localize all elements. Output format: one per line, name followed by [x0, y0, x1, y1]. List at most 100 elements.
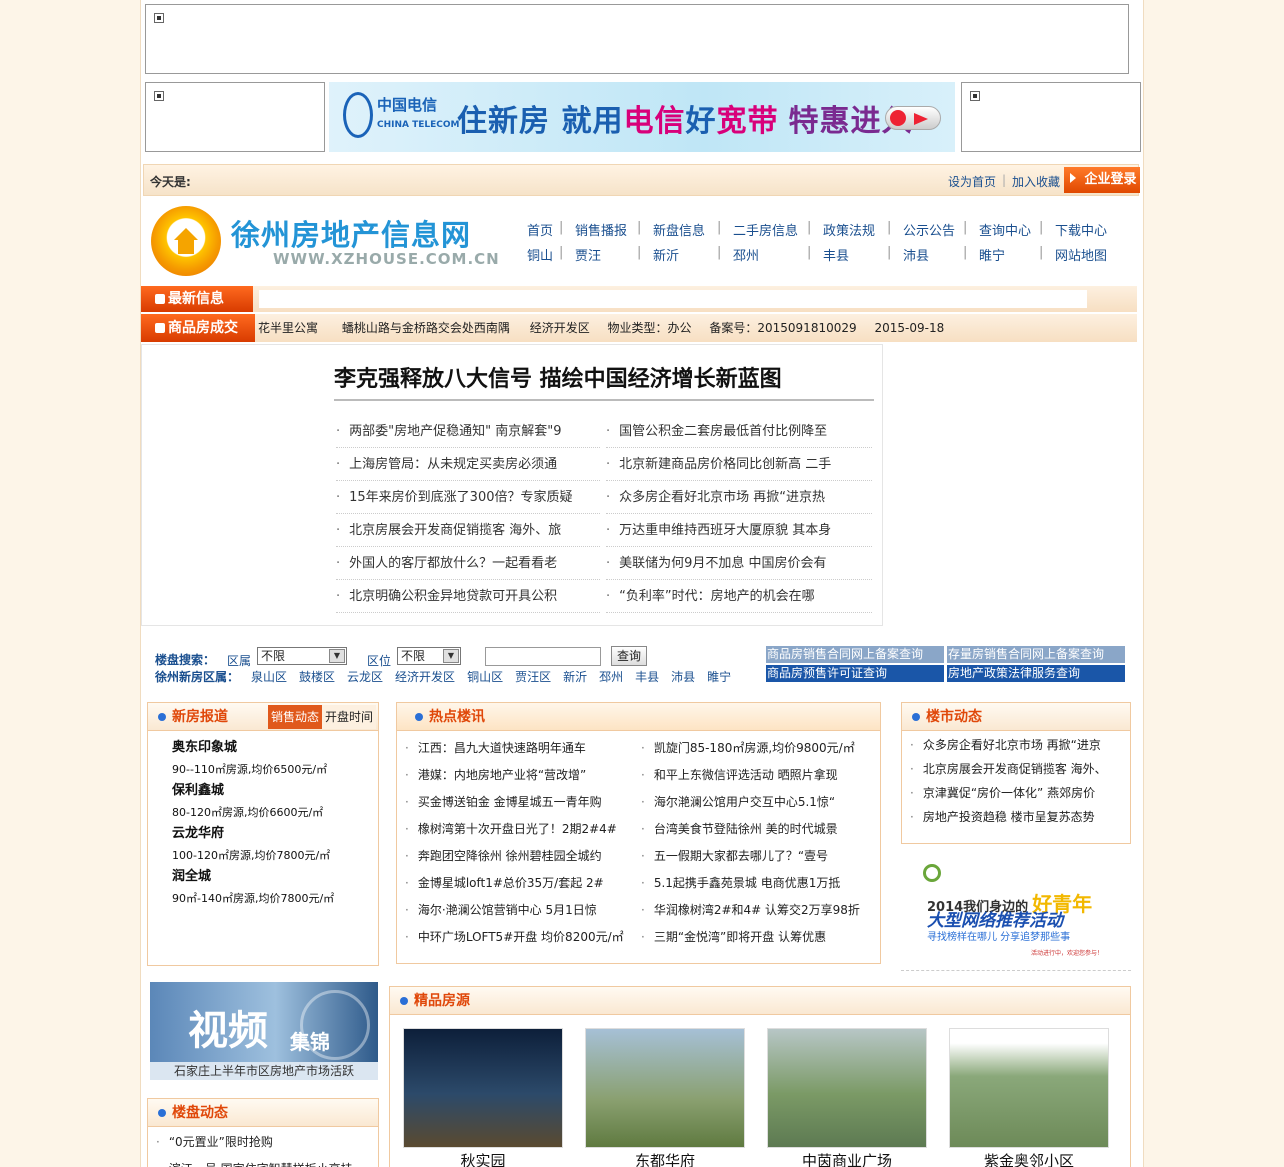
- headline-item[interactable]: 上海房管局：从未规定买卖房必须通: [336, 448, 600, 481]
- headline-item[interactable]: 两部委"房地产促稳通知" 南京解套"9: [336, 415, 600, 448]
- headline-item[interactable]: 国管公积金二套房最低首付比例降至: [606, 415, 872, 448]
- region-link[interactable]: 丰县: [635, 670, 659, 684]
- nav-link-row1-6[interactable]: 查询中心: [979, 220, 1031, 239]
- listing-name[interactable]: 中茵商业广场: [767, 1150, 927, 1167]
- nav-link-row1-3[interactable]: 二手房信息: [733, 220, 798, 239]
- hot-news-item[interactable]: 五一假期大家都去哪儿了？“壹号: [641, 843, 877, 870]
- market-news-item[interactable]: 京津冀促“房价一体化” 燕郊房价: [910, 781, 1124, 805]
- headline-item[interactable]: 众多房企看好北京市场 再掀“进京热: [606, 481, 872, 514]
- latest-info-bar: 最新信息: [141, 286, 1137, 312]
- listing-name[interactable]: 东都华府: [585, 1150, 745, 1167]
- nav-link-row2-6[interactable]: 睢宁: [979, 245, 1005, 264]
- promo-banner[interactable]: 2014我们身边的 好青年 大型网络推荐活动 寻找榜样在哪儿 分享追梦那些事 活动…: [919, 856, 1109, 966]
- nav-link-row1-5[interactable]: 公示公告: [903, 220, 955, 239]
- deal-info[interactable]: 花半里公寓 蟠桃山路与金桥路交会处西南隅 经济开发区 物业类型：办公 备案号：2…: [258, 314, 944, 342]
- headline-item[interactable]: 美联储为何9月不加息 中国房价会有: [606, 547, 872, 580]
- listing-name[interactable]: 紫金奥邻小区: [949, 1150, 1109, 1167]
- headline-item[interactable]: 北京房展会开发商促销揽客 海外、旅: [336, 514, 600, 547]
- hot-news-item[interactable]: 和平上东微信评选活动 晒照片拿现: [641, 762, 877, 789]
- project-news-item[interactable]: 滨江一号 国家住宅智慧样板小高挂: [156, 1156, 372, 1167]
- project-name[interactable]: 云龙华府: [172, 823, 334, 845]
- market-news-item[interactable]: 房地产投资趋稳 楼市呈复苏态势: [910, 805, 1124, 829]
- telecom-logo-icon: [343, 92, 373, 138]
- query-link[interactable]: 房地产政策法律服务查询: [947, 665, 1125, 682]
- headline-item[interactable]: 外国人的客厅都放什么？一起看看老: [336, 547, 600, 580]
- hot-news-item[interactable]: 5.1起携手鑫苑景城 电商优惠1万抵: [641, 870, 877, 897]
- nav-link-row2-7[interactable]: 网站地图: [1055, 245, 1107, 264]
- region-link[interactable]: 铜山区: [467, 670, 503, 684]
- hot-news-item[interactable]: 江西：昌九大道快速路明年通车: [405, 735, 633, 762]
- hot-news-item[interactable]: 三期“金悦湾”即将开盘 认筹优惠: [641, 924, 877, 951]
- headline-item[interactable]: 万达重申维持西班牙大厦原貌 其本身: [606, 514, 872, 547]
- nav-separator: |: [717, 245, 722, 260]
- nav-link-row2-0[interactable]: 铜山: [527, 245, 553, 264]
- region-link[interactable]: 沛县: [671, 670, 695, 684]
- right-ad-slot[interactable]: [961, 82, 1141, 152]
- nav-link-row1-0[interactable]: 首页: [527, 220, 553, 239]
- hot-news-item[interactable]: 台湾美食节登陆徐州 美的时代城景: [641, 816, 877, 843]
- hot-news-item[interactable]: 奔跑团空降徐州 徐州碧桂园全城约: [405, 843, 633, 870]
- video-banner[interactable]: 视频 集锦: [150, 982, 378, 1062]
- area-select[interactable]: 不限 ▼: [397, 647, 461, 665]
- listing-photo-2[interactable]: [767, 1028, 927, 1148]
- keyword-input[interactable]: [485, 647, 601, 666]
- listing-name[interactable]: 秋实园: [403, 1150, 563, 1167]
- telecom-banner[interactable]: 中国电信 CHINA TELECOM 住新房 就用电信好宽带 特惠进入: [329, 82, 955, 152]
- project-news-item[interactable]: “0元置业”限时抢购: [156, 1129, 372, 1156]
- add-favorite-link[interactable]: 加入收藏: [1012, 173, 1060, 190]
- hot-news-item[interactable]: 港媒：内地房地产业将“营改增”: [405, 762, 633, 789]
- region-link[interactable]: 邳州: [599, 670, 623, 684]
- nav-link-row1-2[interactable]: 新盘信息: [653, 220, 705, 239]
- market-news-item[interactable]: 众多房企看好北京市场 再掀“进京: [910, 733, 1124, 757]
- region-link[interactable]: 鼓楼区: [299, 670, 335, 684]
- hot-news-item[interactable]: 中环广场LOFT5#开盘 均价8200元/㎡: [405, 924, 633, 951]
- region-link[interactable]: 新沂: [563, 670, 587, 684]
- nav-link-row1-7[interactable]: 下载中心: [1055, 220, 1107, 239]
- market-news-item[interactable]: 北京房展会开发商促销揽客 海外、: [910, 757, 1124, 781]
- nav-link-row1-4[interactable]: 政策法规: [823, 220, 875, 239]
- search-button[interactable]: 查询: [611, 646, 647, 666]
- telecom-brand: 中国电信: [377, 96, 438, 114]
- latest-info-marquee[interactable]: [259, 290, 1087, 308]
- region-link[interactable]: 睢宁: [707, 670, 731, 684]
- tab-sales-news[interactable]: 销售动态: [268, 705, 322, 729]
- listing-photo-0[interactable]: [403, 1028, 563, 1148]
- video-caption[interactable]: 石家庄上半年市区房地产市场活跃: [150, 1062, 378, 1080]
- project-name[interactable]: 保利鑫城: [172, 780, 334, 802]
- region-link[interactable]: 贾汪区: [515, 670, 551, 684]
- query-link[interactable]: 商品房预售许可证查询: [766, 665, 944, 682]
- region-link[interactable]: 经济开发区: [395, 670, 455, 684]
- headline-item[interactable]: 北京明确公积金异地贷款可开具公积: [336, 580, 600, 613]
- enterprise-login-button[interactable]: 企业登录: [1064, 167, 1140, 193]
- nav-link-row2-4[interactable]: 丰县: [823, 245, 849, 264]
- hot-news-item[interactable]: 海尔·滟澜公馆营销中心 5月1日惊: [405, 897, 633, 924]
- hot-news-item[interactable]: 凯旋门85-180㎡房源,均价9800元/㎡: [641, 735, 877, 762]
- left-ad-slot[interactable]: [145, 82, 325, 152]
- project-name[interactable]: 润全城: [172, 866, 334, 888]
- nav-link-row1-1[interactable]: 销售播报: [575, 220, 627, 239]
- region-link[interactable]: 云龙区: [347, 670, 383, 684]
- hot-news-item[interactable]: 华润橡树湾2#和4# 认筹交2万享98折: [641, 897, 877, 924]
- hot-news-item[interactable]: 海尔滟澜公馆用户交互中心5.1惊“: [641, 789, 877, 816]
- headline-item[interactable]: “负利率”时代：房地产的机会在哪: [606, 580, 872, 613]
- headline-item[interactable]: 北京新建商品房价格同比创新高 二手: [606, 448, 872, 481]
- nav-link-row2-3[interactable]: 邳州: [733, 245, 759, 264]
- nav-link-row2-1[interactable]: 贾汪: [575, 245, 601, 264]
- query-link[interactable]: 存量房销售合同网上备案查询: [947, 646, 1125, 663]
- region-link[interactable]: 泉山区: [251, 670, 287, 684]
- headline-title[interactable]: 李克强释放八大信号 描绘中国经济增长新蓝图: [334, 361, 874, 393]
- top-ad-slot[interactable]: [145, 4, 1129, 74]
- district-select[interactable]: 不限 ▼: [257, 647, 347, 665]
- hot-news-item[interactable]: 买金博送铂金 金博星城五一青年购: [405, 789, 633, 816]
- hot-news-item[interactable]: 金博星城loft1#总价35万/套起 2#: [405, 870, 633, 897]
- headline-item[interactable]: 15年来房价到底涨了300倍？专家质疑: [336, 481, 600, 514]
- listing-photo-3[interactable]: [949, 1028, 1109, 1148]
- nav-link-row2-2[interactable]: 新沂: [653, 245, 679, 264]
- listing-photo-1[interactable]: [585, 1028, 745, 1148]
- tab-opening-time[interactable]: 开盘时间: [322, 705, 376, 729]
- set-home-link[interactable]: 设为首页: [948, 173, 996, 190]
- hot-news-item[interactable]: 橡树湾第十次开盘日光了！2期2#4#: [405, 816, 633, 843]
- project-name[interactable]: 奥东印象城: [172, 737, 334, 759]
- query-link[interactable]: 商品房销售合同网上备案查询: [766, 646, 944, 663]
- nav-link-row2-5[interactable]: 沛县: [903, 245, 929, 264]
